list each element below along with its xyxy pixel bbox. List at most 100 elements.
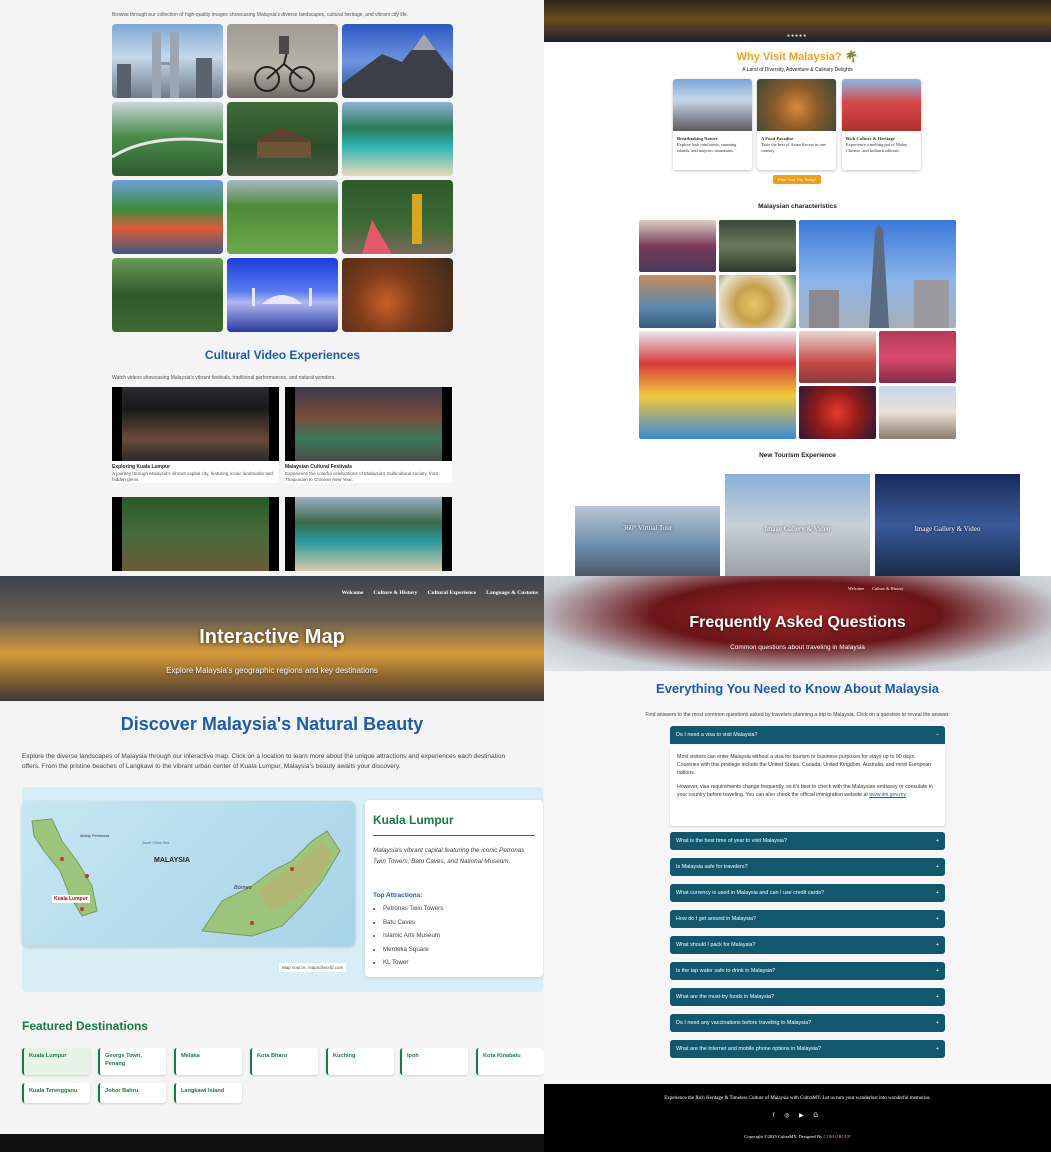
video-card[interactable] [285,497,452,571]
nav-language-customs[interactable]: Language & Customs [486,590,538,596]
mosaic-colonial-building[interactable] [879,386,956,439]
faq-question[interactable]: What should I pack for Malaysia? + [670,936,945,954]
interactive-map-page: Welcome Culture & History Cultural Exper… [0,576,544,1152]
page-title: Interactive Map [199,626,345,648]
footer [0,1134,544,1152]
faq-question[interactable]: How do I get around in Malaysia? + [670,910,945,928]
dest-george-town[interactable]: George Town, Penang [98,1048,166,1075]
feature-title: Rich Culture & Heritage [846,136,895,141]
expand-icon[interactable]: + [936,1014,939,1032]
card-virtual-tour[interactable]: 360° Virtual Tour [575,506,720,576]
social-icons[interactable]: f ◎ ▶ G [544,1112,1051,1119]
dest-melaka[interactable]: Melaka [174,1048,242,1075]
footer-tagline: Experience the Rich Heritage & Timeless … [664,1096,931,1101]
expand-icon[interactable]: + [936,858,939,876]
dest-kota-kinabalu[interactable]: Kota Kinabalu [476,1048,544,1075]
card-label: 360° Virtual Tour [622,524,673,532]
photo-longhouse[interactable] [227,102,338,176]
photo-mount-kinabalu[interactable] [342,24,453,98]
video-card[interactable] [112,497,279,571]
destination-info-card: Kuala Lumpur Malaysia's vibrant capital … [365,800,543,977]
nav-welcome[interactable]: Welcome [342,590,364,596]
mosaic-noodles[interactable] [719,275,796,328]
designer-link[interactable]: COM GROUP [824,1134,851,1139]
faq-question-text: Is the tap water safe to drink in Malays… [676,968,776,974]
card-image-gallery-video[interactable]: Image Gallery & Video [725,474,870,576]
dest-kuala-lumpur[interactable]: Kuala Lumpur [22,1048,90,1075]
photo-batu-caves[interactable] [342,180,453,254]
expand-icon[interactable]: + [936,884,939,902]
dest-kuala-terengganu[interactable]: Kuala Terengganu [22,1083,90,1103]
faq-question-text: What should I pack for Malaysia? [676,942,756,948]
faq-question[interactable]: Is the tap water safe to drink in Malays… [670,962,945,980]
map-country-label: MALAYSIA [154,857,190,864]
expand-icon[interactable]: + [936,962,939,980]
main-nav: Welcome Culture & History [848,586,903,591]
dest-kota-bharu[interactable]: Kota Bharu [250,1048,318,1075]
photo-jungle-bridge[interactable] [112,102,223,176]
mosaic-lion-dance[interactable] [799,386,876,439]
card-image-gallery-video[interactable]: Image Gallery & Video [875,474,1020,576]
video-player[interactable] [285,387,452,461]
mosaic-festival-crowd[interactable] [639,331,796,439]
faq-question[interactable]: What are the internet and mobile phone o… [670,1040,945,1058]
photo-malay-feast[interactable] [342,258,453,332]
expand-icon[interactable]: + [936,910,939,928]
feature-image [842,79,921,131]
attraction-item: Islamic Arts Museum [383,929,443,943]
nav-culture-history[interactable]: Culture & History [872,586,903,591]
answer-paragraph: Most visitors can enter Malaysia without… [677,754,932,776]
photo-melaka-riverfront[interactable] [112,180,223,254]
faq-question[interactable]: What currency is used in Malaysia and ca… [670,884,945,902]
footer: Experience the Rich Heritage & Timeless … [544,1084,1051,1152]
photo-tea-plantation[interactable] [227,180,338,254]
mosaic-river-town[interactable] [639,275,716,328]
dest-ipoh[interactable]: Ipoh [400,1048,468,1075]
immigration-link[interactable]: www.imi.gov.my [869,792,905,798]
photo-floating-mosque[interactable] [227,258,338,332]
collapse-icon[interactable]: − [936,726,939,744]
expand-icon[interactable]: + [936,1040,939,1058]
video-player[interactable] [112,387,279,461]
video-card[interactable]: Exploring Kuala Lumpur A journey through… [112,387,279,483]
malaysia-map[interactable]: MALAYSIA Borneo Malay Peninsula South Ch… [22,801,355,946]
divider [373,835,535,836]
mosaic-sports[interactable] [879,331,956,383]
mosaic-batik[interactable] [719,220,796,272]
photo-island-beach[interactable] [342,102,453,176]
photo-canopy-walkway[interactable] [112,258,223,332]
video-section-intro: Watch videos showcasing Malaysia's vibra… [112,375,336,381]
expand-icon[interactable]: + [936,936,939,954]
expand-icon[interactable]: + [936,832,939,850]
plan-trip-button[interactable]: Plan Your Trip Today! [773,175,821,184]
expand-icon[interactable]: + [936,988,939,1006]
faq-question[interactable]: Do I need any vaccinations before travel… [670,1014,945,1032]
hero-slider[interactable]: ●●●●● [544,0,1051,42]
faq-question-open[interactable]: Do I need a visa to visit Malaysia? − [670,726,945,744]
photo-bicycle-mural[interactable] [227,24,338,98]
dest-johor-bahru[interactable]: Johor Bahru [98,1083,166,1103]
nav-culture-history[interactable]: Culture & History [373,590,417,596]
map-sea-label: South China Sea [142,841,170,845]
photo-gallery [112,24,453,332]
nav-welcome[interactable]: Welcome [848,586,864,591]
slider-dots[interactable]: ●●●●● [787,33,807,39]
faq-answer: Most visitors can enter Malaysia without… [670,746,945,826]
mosaic-merdeka-tower[interactable] [799,220,956,328]
faq-question[interactable]: What are the must-try foods in Malaysia?… [670,988,945,1006]
mosaic-traditional-costume[interactable] [639,220,716,272]
map-pin-kuala-lumpur[interactable]: Kuala Lumpur [52,895,90,903]
mosaic-kuih[interactable] [799,331,876,383]
dest-langkawi[interactable]: Langkawi Island [174,1083,242,1103]
video-player[interactable] [285,497,452,571]
feature-card: Rich Culture & Heritage Experience a mel… [842,79,921,170]
video-player[interactable] [112,497,279,571]
video-card[interactable]: Malaysian Cultural Festivals Experience … [285,387,452,483]
faq-question[interactable]: Is Malaysia safe for travelers? + [670,858,945,876]
dest-kuching[interactable]: Kuching [326,1048,394,1075]
page-subtitle: Explore Malaysia's geographic regions an… [166,666,378,675]
nav-cultural-experience[interactable]: Cultural Experience [427,590,476,596]
photo-petronas-towers[interactable] [112,24,223,98]
faq-question[interactable]: What is the best time of year to visit M… [670,832,945,850]
faq-question-text: What is the best time of year to visit M… [676,838,787,844]
